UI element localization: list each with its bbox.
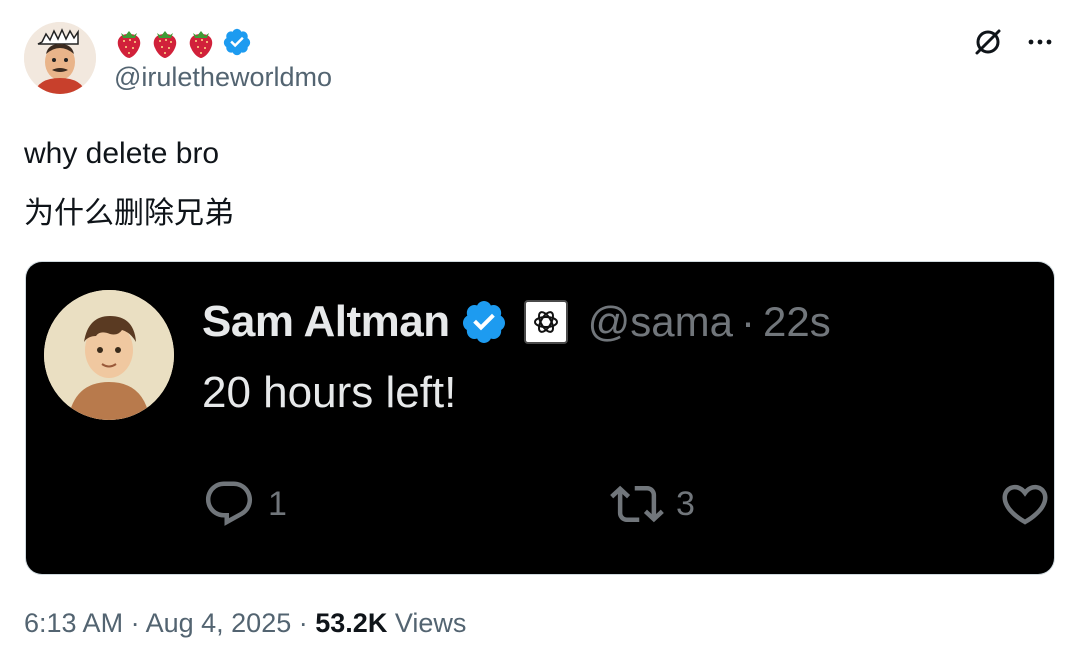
retweet-icon [610,485,664,523]
quoted-tweet-card[interactable]: Sam Altman @sama · 22s 20 hours left! 1 [26,262,1054,574]
quoted-timestamp[interactable]: 22s [763,298,831,346]
like-button[interactable] [998,477,1052,531]
separator-dot: · [130,608,140,638]
tweet-time[interactable]: 6:13 AM [24,608,123,638]
affiliation-badge[interactable] [523,300,568,344]
separator-dot: · [298,608,308,638]
quoted-tweet-header: Sam Altman @sama · 22s [202,296,831,348]
retweet-button[interactable]: 3 [610,477,695,531]
reply-button[interactable]: 1 [202,477,287,531]
strawberry-icon [153,31,177,58]
strawberry-icon [117,31,141,58]
tweet-text-line: why delete bro [24,137,220,170]
verified-badge-icon [223,28,251,56]
author-name-row[interactable] [114,24,252,60]
tweet-meta: 6:13 AM · Aug 4, 2025 · 53.2K Views [24,608,466,639]
views-label: Views [394,608,467,638]
tweet-header: @iruletheworldmo [24,22,1056,98]
quoted-author-avatar[interactable] [44,290,174,420]
reply-icon [205,481,253,526]
verified-badge-icon [462,301,505,343]
heart-icon [1002,484,1048,525]
top-actions [972,26,1056,58]
retweet-count: 3 [676,484,695,523]
author-handle[interactable]: @iruletheworldmo [114,62,332,93]
reply-count: 1 [268,484,287,523]
tweet-text-line: 为什么删除兄弟 [24,197,234,230]
views-count: 53.2K [315,608,388,638]
openai-logo-icon [533,311,558,333]
quoted-action-bar: 1 3 [202,477,1054,527]
separator-dot: · [741,298,755,345]
author-avatar[interactable] [24,22,96,94]
quoted-author-handle[interactable]: @sama [588,298,733,346]
quoted-author-name[interactable]: Sam Altman [202,297,450,347]
tweet-date[interactable]: Aug 4, 2025 [146,608,292,638]
quoted-tweet-text: 20 hours left! [202,368,457,417]
tweet-text: why delete bro 为什么删除兄弟 [24,124,234,244]
grok-icon[interactable] [972,26,1004,58]
more-options-icon[interactable] [1024,26,1056,58]
strawberry-icon [189,31,213,58]
